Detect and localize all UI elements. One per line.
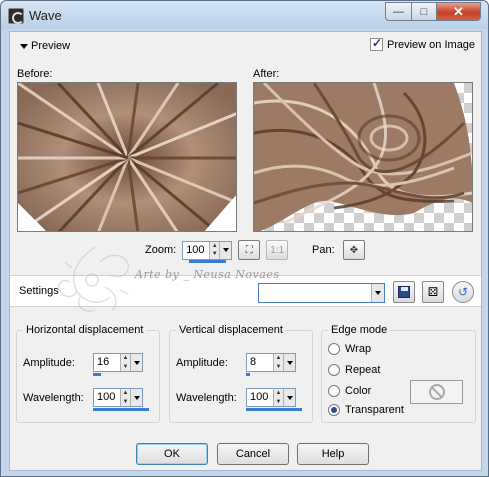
transparent-radio[interactable]	[328, 404, 340, 416]
horizontal-displacement-group: Horizontal displacement Amplitude: 16 ▲ ▼…	[16, 324, 160, 423]
dice-icon: ⚄	[427, 285, 439, 299]
vertical-wavelength-dropdown-icon[interactable]	[283, 389, 295, 406]
edge-color-swatch[interactable]	[410, 380, 463, 404]
zoom-dropdown-icon[interactable]	[219, 241, 232, 259]
vertical-wavelength-spinner[interactable]: 100 ▲ ▼	[246, 388, 296, 407]
vertical-amplitude-slider[interactable]	[246, 373, 250, 376]
edge-mode-wrap[interactable]: Wrap	[328, 343, 371, 355]
wave-dialog: Wave — □ ✕ Preview Preview on Image Befo…	[0, 0, 489, 477]
edge-mode-title: Edge mode	[328, 324, 391, 336]
actual-size-button[interactable]: 1:1	[266, 240, 289, 260]
horizontal-wavelength-arrows[interactable]: ▲ ▼	[120, 389, 130, 406]
wrap-radio[interactable]	[328, 343, 340, 355]
after-label: After:	[253, 68, 280, 80]
vertical-amplitude-label: Amplitude:	[176, 356, 228, 369]
vertical-wavelength-arrows[interactable]: ▲ ▼	[273, 389, 283, 406]
vertical-wavelength-row: Wavelength: 100 ▲ ▼	[176, 388, 296, 407]
horizontal-amplitude-row: Amplitude: 16 ▲ ▼	[23, 353, 143, 372]
horizontal-displacement-title: Horizontal displacement	[23, 324, 147, 336]
vertical-wavelength-slider[interactable]	[246, 408, 302, 411]
horizontal-wavelength-label: Wavelength:	[23, 391, 84, 404]
vertical-amplitude-arrows[interactable]: ▲ ▼	[273, 354, 283, 371]
zoom-value[interactable]: 100	[183, 242, 209, 259]
title-bar[interactable]: Wave — □ ✕	[1, 1, 488, 29]
repeat-radio[interactable]	[328, 364, 340, 376]
dialog-body: Preview Preview on Image Before: After:	[9, 31, 482, 471]
randomize-button[interactable]: ⚄	[422, 281, 444, 303]
preview-on-image-label: Preview on Image	[387, 38, 476, 51]
preview-toggle-label: Preview	[31, 40, 71, 52]
zoom-slider-indicator[interactable]	[189, 260, 226, 263]
zoom-to-fit-button[interactable]: ⛶	[238, 240, 261, 260]
collapse-triangle-icon	[20, 43, 28, 49]
cancel-button[interactable]: Cancel	[217, 443, 289, 465]
zoom-spin-arrows[interactable]: ▲ ▼	[209, 241, 220, 259]
ok-button[interactable]: OK	[136, 443, 208, 465]
vertical-amplitude-row: Amplitude: 8 ▲ ▼	[176, 353, 296, 372]
save-preset-button[interactable]	[393, 281, 415, 303]
edge-mode-transparent[interactable]: Transparent	[328, 404, 404, 416]
vertical-displacement-group: Vertical displacement Amplitude: 8 ▲ ▼ Wa…	[169, 324, 313, 423]
before-label: Before:	[17, 68, 53, 80]
vertical-wavelength-label: Wavelength:	[176, 391, 237, 404]
preview-on-image-checkbox[interactable]: Preview on Image	[370, 36, 476, 51]
edge-mode-repeat[interactable]: Repeat	[328, 364, 380, 376]
horizontal-wavelength-slider[interactable]	[93, 408, 149, 411]
settings-combo[interactable]	[258, 283, 385, 303]
before-image	[18, 83, 236, 231]
zoom-label: Zoom:	[145, 244, 177, 256]
pan-button[interactable]: ✥	[343, 240, 365, 260]
help-button[interactable]: Help	[297, 443, 369, 465]
watermark-text: Arte by _ Neusa Novaes	[135, 268, 280, 281]
repeat-label: Repeat	[345, 364, 381, 376]
vertical-wavelength-value[interactable]: 100	[247, 389, 273, 406]
preview-toggle[interactable]: Preview	[20, 40, 70, 52]
floppy-disk-icon	[398, 286, 410, 298]
maximize-button[interactable]: □	[411, 2, 437, 21]
wrap-label: Wrap	[345, 343, 372, 355]
settings-label: Settings	[19, 285, 59, 297]
vertical-amplitude-spinner[interactable]: 8 ▲ ▼	[246, 353, 296, 372]
reset-button[interactable]: ↺	[452, 281, 474, 303]
horizontal-amplitude-slider[interactable]	[93, 373, 101, 376]
window-title: Wave	[29, 8, 62, 23]
horizontal-wavelength-row: Wavelength: 100 ▲ ▼	[23, 388, 143, 407]
color-radio[interactable]	[328, 385, 340, 397]
edge-mode-group: Edge mode Wrap Repeat Color Transparent	[321, 324, 476, 423]
zoom-controls: Zoom: 100 ▲ ▼ ⛶ 1:1	[145, 240, 289, 260]
horizontal-wavelength-dropdown-icon[interactable]	[130, 389, 142, 406]
horizontal-wavelength-spinner[interactable]: 100 ▲ ▼	[93, 388, 143, 407]
vertical-displacement-title: Vertical displacement	[176, 324, 286, 336]
minimize-button[interactable]: —	[385, 2, 412, 21]
no-color-icon	[428, 384, 445, 400]
checkbox-icon[interactable]	[370, 36, 383, 51]
horizontal-amplitude-dropdown-icon[interactable]	[130, 354, 142, 371]
close-button[interactable]: ✕	[436, 2, 481, 21]
vertical-amplitude-value[interactable]: 8	[247, 354, 273, 371]
color-label: Color	[345, 385, 372, 397]
vertical-amplitude-dropdown-icon[interactable]	[283, 354, 295, 371]
transparent-label: Transparent	[345, 404, 404, 416]
horizontal-wavelength-value[interactable]: 100	[94, 389, 120, 406]
app-icon	[8, 8, 24, 24]
horizontal-amplitude-label: Amplitude:	[23, 356, 75, 369]
after-preview[interactable]	[253, 82, 473, 232]
fit-icon: ⛶	[245, 244, 253, 256]
before-preview[interactable]	[17, 82, 237, 232]
edge-mode-color[interactable]: Color	[328, 385, 371, 397]
horizontal-amplitude-arrows[interactable]: ▲ ▼	[120, 354, 130, 371]
pan-label: Pan:	[312, 244, 335, 256]
actual-size-icon: 1:1	[270, 244, 285, 256]
horizontal-amplitude-value[interactable]: 16	[94, 354, 120, 371]
reset-arrow-icon: ↺	[457, 285, 469, 299]
zoom-spinner[interactable]: 100 ▲ ▼	[182, 240, 233, 260]
settings-dropdown-icon[interactable]	[371, 284, 384, 302]
pan-move-icon: ✥	[349, 244, 359, 256]
horizontal-amplitude-spinner[interactable]: 16 ▲ ▼	[93, 353, 143, 372]
after-image	[254, 83, 472, 231]
